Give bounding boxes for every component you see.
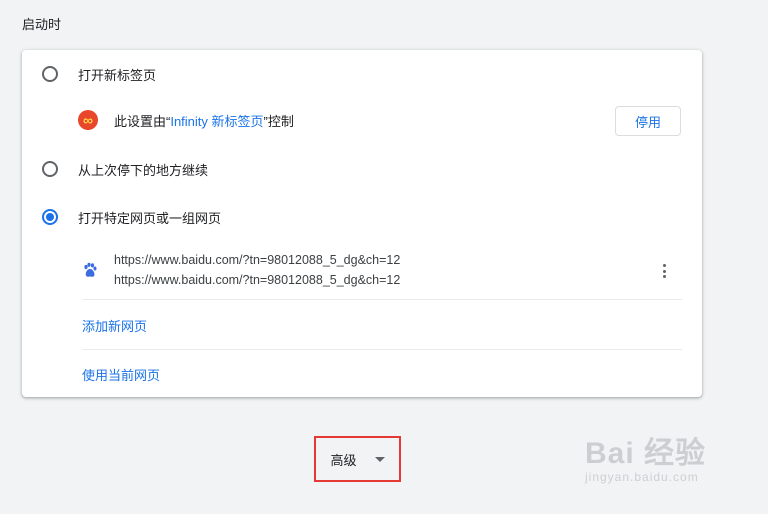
startup-page-title: https://www.baidu.com/?tn=98012088_5_dg&… <box>114 253 401 267</box>
extension-notice-suffix: ”控制 <box>263 113 294 129</box>
option-new-tab-label: 打开新标签页 <box>78 67 157 83</box>
divider <box>82 299 682 300</box>
baidu-paw-icon <box>84 262 97 277</box>
option-specific-pages-label: 打开特定网页或一组网页 <box>78 210 222 226</box>
infinity-icon: ∞ <box>78 110 98 130</box>
option-specific-pages[interactable]: 打开特定网页或一组网页 <box>42 205 221 229</box>
option-continue-label: 从上次停下的地方继续 <box>78 162 209 178</box>
option-new-tab[interactable]: 打开新标签页 <box>42 62 156 86</box>
extension-notice: ∞ 此设置由“ Infinity 新标签页 ”控制 <box>78 110 294 130</box>
advanced-label: 高级 <box>330 452 357 468</box>
disable-extension-button[interactable]: 停用 <box>615 106 681 136</box>
option-continue[interactable]: 从上次停下的地方继续 <box>42 157 208 181</box>
more-actions-icon[interactable] <box>658 262 670 280</box>
startup-page-item: https://www.baidu.com/?tn=98012088_5_dg&… <box>82 250 682 298</box>
watermark-main: Bai 经验 <box>585 437 707 470</box>
add-new-page-link[interactable]: 添加新网页 <box>82 316 147 335</box>
advanced-settings-button[interactable]: 高级 <box>314 436 401 482</box>
radio-new-tab[interactable] <box>42 66 58 82</box>
section-title: 启动时 <box>22 17 62 32</box>
radio-specific-pages[interactable] <box>42 209 58 225</box>
extension-notice-prefix: 此设置由“ <box>114 113 171 129</box>
startup-card: 打开新标签页 ∞ 此设置由“ Infinity 新标签页 ”控制 停用 从上次停下的… <box>22 50 702 397</box>
watermark-sub: jingyan.baidu.com <box>585 470 699 484</box>
startup-page-url: https://www.baidu.com/?tn=98012088_5_dg&… <box>114 273 401 287</box>
radio-continue[interactable] <box>42 161 58 177</box>
watermark: Bai 经验 jingyan.baidu.com <box>585 428 706 484</box>
extension-name-link[interactable]: Infinity 新标签页 <box>170 111 263 130</box>
divider <box>82 349 682 350</box>
use-current-pages-link[interactable]: 使用当前网页 <box>82 365 160 384</box>
caret-down-icon <box>374 456 385 462</box>
